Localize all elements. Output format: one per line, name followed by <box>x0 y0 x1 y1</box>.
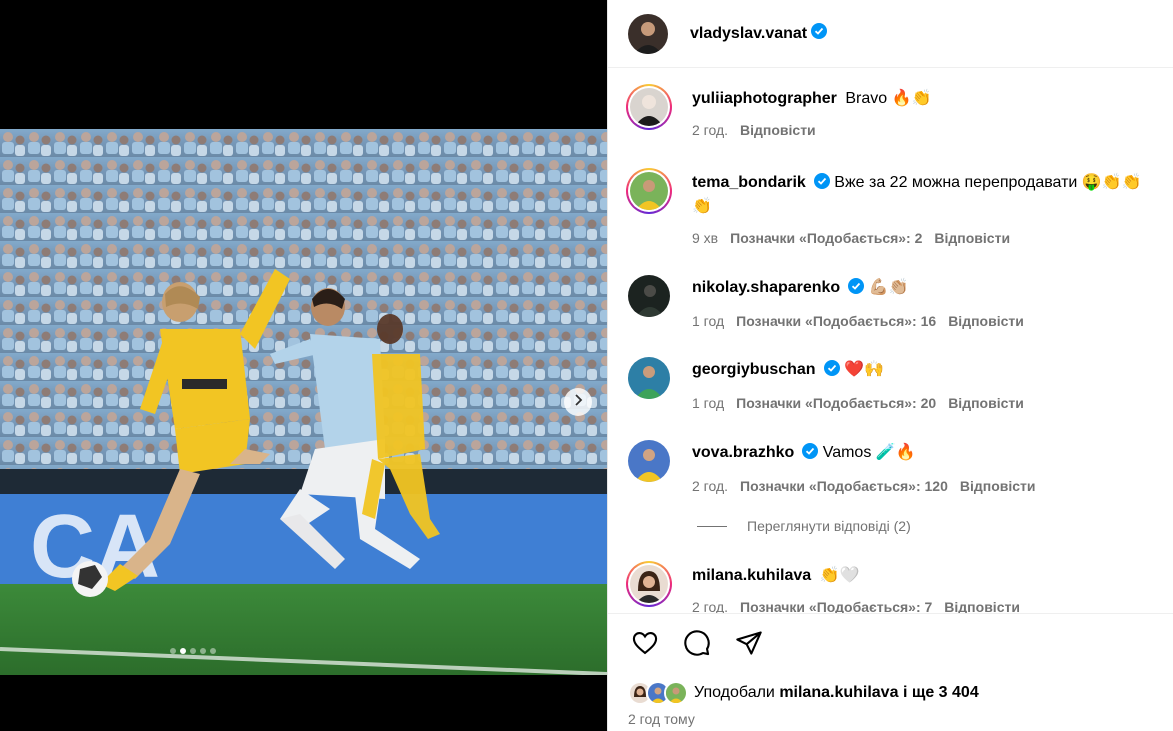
author-username[interactable]: vladyslav.vanat <box>690 25 807 43</box>
comment-emoji: 🔥👏 <box>891 90 932 107</box>
carousel-dot-active <box>180 648 186 654</box>
liker-avatar <box>664 681 688 705</box>
post-photo[interactable]: CA <box>0 129 607 675</box>
comment-item: yuliiaphotographer Bravo 🔥👏 2 год. Відпо… <box>626 84 1162 138</box>
speech-bubble-icon <box>683 629 711 662</box>
comment-item: vova.brazhko Vamos 🧪🔥 2 год. Позначки «П… <box>626 438 1162 494</box>
comment-button[interactable] <box>680 628 714 662</box>
comment-likes[interactable]: Позначки «Подобається»: 20 <box>736 395 936 411</box>
reply-button[interactable]: Відповісти <box>948 313 1024 329</box>
comment-emoji-continued: 👏 <box>692 198 712 215</box>
carousel-next-button[interactable] <box>564 388 592 416</box>
reply-button[interactable]: Відповісти <box>944 599 1020 613</box>
comment-username[interactable]: yuliiaphotographer <box>692 90 837 107</box>
likes-prefix: Уподобали <box>694 684 775 701</box>
comments-list: yuliiaphotographer Bravo 🔥👏 2 год. Відпо… <box>608 68 1173 613</box>
comment-username[interactable]: nikolay.shaparenko <box>692 279 840 296</box>
carousel-indicator <box>170 648 216 654</box>
comment-emoji: ❤️🙌 <box>844 361 884 378</box>
comment-text: Вже за 22 можна перепродавати <box>834 174 1078 191</box>
commenter-avatar <box>630 565 668 603</box>
comment-likes[interactable]: Позначки «Подобається»: 120 <box>740 478 948 494</box>
commenter-avatar[interactable] <box>628 440 670 482</box>
like-button[interactable] <box>628 628 662 662</box>
likes-first-user[interactable]: milana.kuhilava <box>779 684 898 702</box>
comment-emoji: 💪🏼👏🏼 <box>868 279 909 296</box>
post-timestamp[interactable]: 2 год тому <box>628 711 695 727</box>
carousel-dot <box>200 648 206 654</box>
comment-username[interactable]: georgiybuschan <box>692 361 816 378</box>
post-header: vladyslav.vanat <box>608 0 1173 68</box>
likes-count[interactable]: і ще 3 404 <box>903 684 979 702</box>
reply-button[interactable]: Відповісти <box>960 478 1036 494</box>
comment-text: Vamos <box>822 444 872 461</box>
reply-button[interactable]: Відповісти <box>740 122 816 138</box>
comment-emoji: 🧪🔥 <box>875 444 916 461</box>
comment-likes[interactable]: Позначки «Подобається»: 2 <box>730 230 922 246</box>
commenter-avatar <box>630 172 668 210</box>
comment-likes[interactable]: Позначки «Подобається»: 16 <box>736 313 936 329</box>
comment-username[interactable]: milana.kuhilava <box>692 567 811 584</box>
comment-time[interactable]: 2 год. <box>692 599 728 613</box>
post-sidebar: vladyslav.vanat yuliiaphotographer Bravo… <box>607 0 1173 731</box>
story-ring[interactable] <box>626 168 672 214</box>
comment-time[interactable]: 2 год. <box>692 122 728 138</box>
likes-summary[interactable]: Уподобали milana.kuhilava і ще 3 404 <box>628 681 979 705</box>
comment-likes[interactable]: Позначки «Подобається»: 7 <box>740 599 932 613</box>
author-avatar[interactable] <box>628 13 668 54</box>
commenter-avatar[interactable] <box>628 275 670 317</box>
commenter-avatar[interactable] <box>628 357 670 399</box>
comment-text: Bravo <box>845 90 888 107</box>
post-actions <box>628 628 766 662</box>
comment-item: milana.kuhilava 👏🤍 2 год. Позначки «Подо… <box>626 561 1162 613</box>
reply-button[interactable]: Відповісти <box>934 230 1010 246</box>
comment-item: tema_bondarik Вже за 22 можна перепродав… <box>626 168 1162 246</box>
comment-item: nikolay.shaparenko 💪🏼👏🏼 1 год Позначки «… <box>626 273 1162 329</box>
verified-badge-icon <box>823 360 840 383</box>
comment-emoji: 🤑👏👏 <box>1081 174 1142 191</box>
divider-line <box>697 525 727 527</box>
story-ring[interactable] <box>626 561 672 607</box>
carousel-dot <box>170 648 176 654</box>
comment-username[interactable]: tema_bondarik <box>692 174 806 191</box>
commenter-avatar <box>630 88 668 126</box>
reply-button[interactable]: Відповісти <box>948 395 1024 411</box>
comment-emoji: 👏🤍 <box>819 567 860 584</box>
carousel-dot <box>190 648 196 654</box>
chevron-right-icon <box>572 393 584 411</box>
divider <box>608 613 1173 614</box>
comment-time[interactable]: 9 хв <box>692 230 718 246</box>
story-ring[interactable] <box>626 84 672 130</box>
verified-badge-icon <box>848 278 865 301</box>
comment-time[interactable]: 2 год. <box>692 478 728 494</box>
verified-badge-icon <box>813 173 830 196</box>
comment-time[interactable]: 1 год <box>692 313 724 329</box>
verified-badge-icon <box>802 443 819 466</box>
paper-plane-icon <box>735 629 763 662</box>
share-button[interactable] <box>732 628 766 662</box>
comment-username[interactable]: vova.brazhko <box>692 444 794 461</box>
verified-badge-icon <box>811 23 828 44</box>
post-media: CA <box>0 0 607 731</box>
view-replies-button[interactable]: Переглянути відповіді (2) <box>697 518 911 534</box>
comment-time[interactable]: 1 год <box>692 395 724 411</box>
carousel-dot <box>210 648 216 654</box>
liker-avatars <box>628 681 688 705</box>
view-replies-label: Переглянути відповіді (2) <box>747 518 911 534</box>
heart-outline-icon <box>631 629 659 662</box>
comment-item: georgiybuschan ❤️🙌 1 год Позначки «Подоб… <box>626 355 1162 411</box>
